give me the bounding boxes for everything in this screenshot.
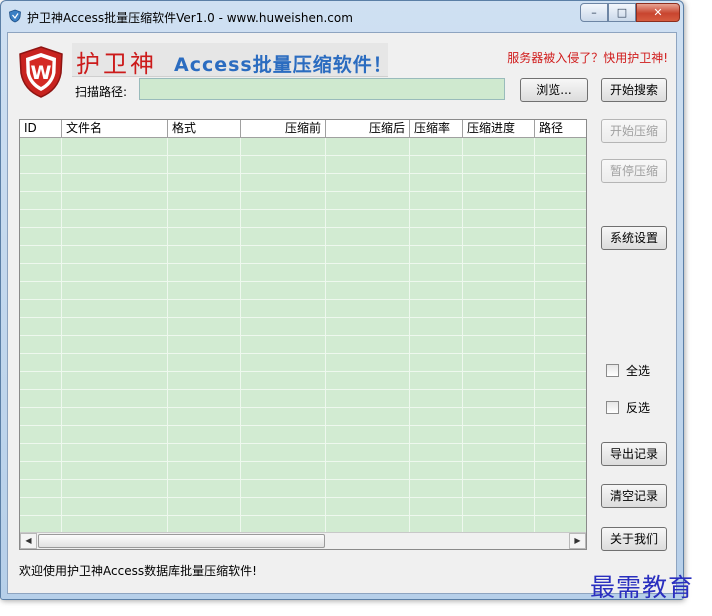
table-body[interactable] <box>20 138 586 533</box>
settings-button[interactable]: 系统设置 <box>601 226 667 250</box>
checkbox-box[interactable] <box>606 364 619 377</box>
status-message: 欢迎使用护卫神Access数据库批量压缩软件! <box>19 564 257 578</box>
shield-app-icon <box>9 9 21 23</box>
column-header-ratio[interactable]: 压缩率 <box>410 120 463 138</box>
grid-line <box>61 138 62 533</box>
checkbox-box[interactable] <box>606 401 619 414</box>
slogan-link[interactable]: 服务器被入侵了？快用护卫神! <box>507 49 668 66</box>
clear-log-button[interactable]: 清空记录 <box>601 484 667 508</box>
export-log-button[interactable]: 导出记录 <box>601 442 667 466</box>
grid-line <box>167 138 168 533</box>
table-header: ID 文件名 格式 压缩前 压缩后 压缩率 压缩进度 路径 <box>20 120 586 138</box>
grid-line <box>325 138 326 533</box>
title-bar[interactable]: 护卫神Access批量压缩软件Ver1.0 - www.huweishen.co… <box>1 1 683 31</box>
about-button[interactable]: 关于我们 <box>601 527 667 551</box>
scroll-left-icon[interactable]: ◀ <box>20 533 37 549</box>
client-area: W 护卫神 Access批量压缩软件！ 服务器被入侵了？快用护卫神! 扫描路径:… <box>7 32 677 594</box>
column-header-size-after[interactable]: 压缩后 <box>326 120 410 138</box>
grid-line <box>240 138 241 533</box>
select-all-checkbox[interactable]: 全选 <box>606 362 650 379</box>
brand-name: 护卫神 <box>76 50 157 78</box>
grid-line <box>462 138 463 533</box>
maximize-button[interactable]: □ <box>608 3 636 22</box>
column-header-format[interactable]: 格式 <box>168 120 241 138</box>
column-header-filename[interactable]: 文件名 <box>62 120 168 138</box>
grid-line <box>409 138 410 533</box>
start-compress-button[interactable]: 开始压缩 <box>601 119 667 143</box>
horizontal-scrollbar[interactable]: ◀ ▶ <box>20 532 586 549</box>
window-title: 护卫神Access批量压缩软件Ver1.0 - www.huweishen.co… <box>27 11 353 25</box>
logo-letter: W <box>31 62 52 84</box>
brand-banner: 护卫神 Access批量压缩软件！ <box>72 43 392 78</box>
file-table[interactable]: ID 文件名 格式 压缩前 压缩后 压缩率 压缩进度 路径 ◀ ▶ <box>19 119 587 550</box>
watermark-text: 最需教育 <box>590 573 695 602</box>
scan-path-label: 扫描路径: <box>75 85 128 99</box>
scroll-right-icon[interactable]: ▶ <box>569 533 586 549</box>
browse-button[interactable]: 浏览... <box>520 78 588 102</box>
column-header-size-before[interactable]: 压缩前 <box>241 120 326 138</box>
shield-logo-icon: W <box>19 46 63 98</box>
product-name: Access批量压缩软件！ <box>174 54 393 76</box>
close-button[interactable]: ✕ <box>636 3 680 22</box>
column-header-path[interactable]: 路径 <box>535 120 586 138</box>
scroll-thumb[interactable] <box>38 534 325 548</box>
start-search-button[interactable]: 开始搜索 <box>601 78 667 102</box>
app-window: 护卫神Access批量压缩软件Ver1.0 - www.huweishen.co… <box>0 0 684 600</box>
minimize-button[interactable]: – <box>580 3 608 22</box>
invert-selection-checkbox[interactable]: 反选 <box>606 399 650 416</box>
column-header-progress[interactable]: 压缩进度 <box>463 120 535 138</box>
grid-line <box>534 138 535 533</box>
column-header-id[interactable]: ID <box>20 120 62 138</box>
select-all-label[interactable]: 全选 <box>626 362 650 379</box>
scan-path-input[interactable] <box>139 78 505 100</box>
invert-selection-label[interactable]: 反选 <box>626 399 650 416</box>
pause-compress-button[interactable]: 暂停压缩 <box>601 159 667 183</box>
